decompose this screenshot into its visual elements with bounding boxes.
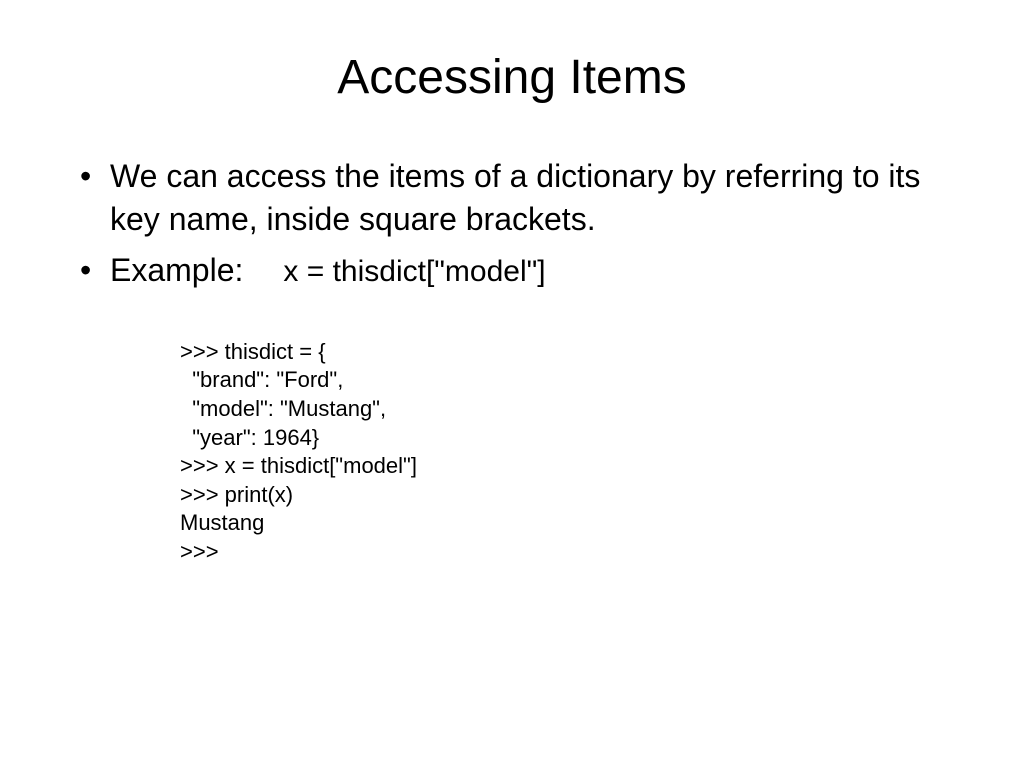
bullet-item-2: Example: x = thisdict["model"] xyxy=(70,249,954,293)
code-block: >>> thisdict = { "brand": "Ford", "model… xyxy=(180,338,954,567)
example-row: Example: x = thisdict["model"] xyxy=(110,249,954,293)
example-label: Example: xyxy=(110,249,243,292)
bullet-list: We can access the items of a dictionary … xyxy=(70,155,954,293)
slide-content: Accessing Items We can access the items … xyxy=(0,0,1024,768)
example-inline-code: x = thisdict["model"] xyxy=(283,252,545,293)
bullet-item-1: We can access the items of a dictionary … xyxy=(70,155,954,241)
slide-title: Accessing Items xyxy=(70,50,954,105)
